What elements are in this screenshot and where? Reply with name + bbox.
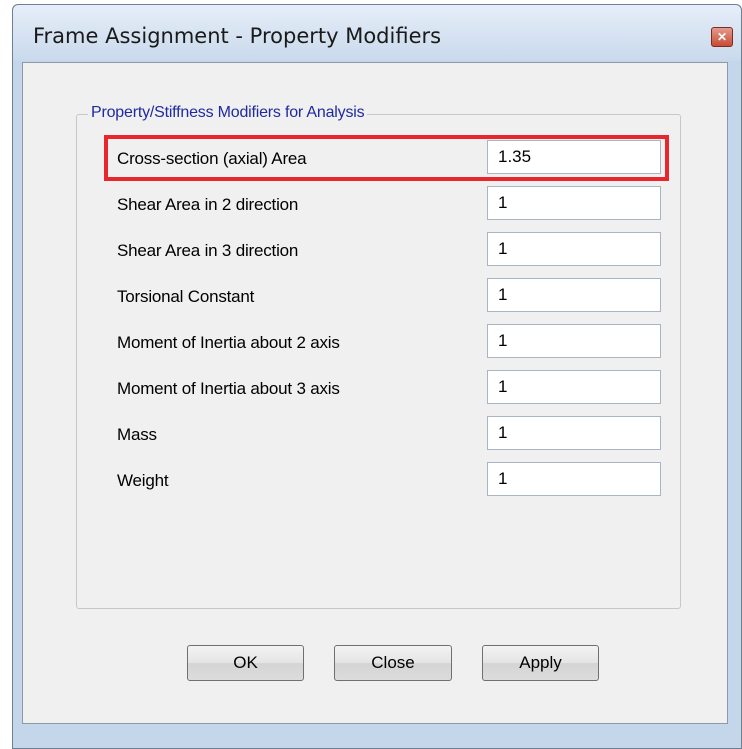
apply-button[interactable]: Apply — [482, 645, 599, 681]
modifiers-groupbox: Property/Stiffness Modifiers for Analysi… — [76, 104, 681, 609]
mass-input[interactable] — [487, 416, 661, 450]
field-row-shear-area-2: Shear Area in 2 direction — [77, 186, 680, 222]
cross-section-area-label: Cross-section (axial) Area — [117, 149, 307, 168]
close-button[interactable]: Close — [334, 645, 452, 681]
window-title: Frame Assignment - Property Modifiers — [33, 24, 442, 48]
title-bar: Frame Assignment - Property Modifiers ✕ — [13, 5, 741, 61]
inertia-2-input[interactable] — [487, 324, 661, 358]
ok-button[interactable]: OK — [187, 645, 304, 681]
close-icon: ✕ — [716, 30, 728, 44]
shear-area-2-label: Shear Area in 2 direction — [117, 195, 299, 214]
shear-area-2-input[interactable] — [487, 186, 661, 220]
field-row-inertia-3: Moment of Inertia about 3 axis — [77, 370, 680, 406]
field-row-mass: Mass — [77, 416, 680, 452]
dialog-body: Property/Stiffness Modifiers for Analysi… — [22, 62, 728, 724]
shear-area-3-label: Shear Area in 3 direction — [117, 241, 299, 260]
inertia-2-label: Moment of Inertia about 2 axis — [117, 333, 340, 352]
groupbox-legend: Property/Stiffness Modifiers for Analysi… — [88, 104, 368, 122]
field-row-torsional-constant: Torsional Constant — [77, 278, 680, 314]
inertia-3-input[interactable] — [487, 370, 661, 404]
torsional-constant-label: Torsional Constant — [117, 287, 255, 306]
weight-label: Weight — [117, 471, 169, 490]
window-close-button[interactable]: ✕ — [711, 27, 733, 47]
cross-section-area-input[interactable] — [487, 140, 661, 174]
field-row-cross-section-area: Cross-section (axial) Area — [77, 140, 680, 176]
torsional-constant-input[interactable] — [487, 278, 661, 312]
field-row-inertia-2: Moment of Inertia about 2 axis — [77, 324, 680, 360]
shear-area-3-input[interactable] — [487, 232, 661, 266]
field-row-shear-area-3: Shear Area in 3 direction — [77, 232, 680, 268]
weight-input[interactable] — [487, 462, 661, 496]
field-row-weight: Weight — [77, 462, 680, 498]
mass-label: Mass — [117, 425, 157, 444]
inertia-3-label: Moment of Inertia about 3 axis — [117, 379, 340, 398]
dialog-window: Frame Assignment - Property Modifiers ✕ … — [12, 4, 742, 749]
